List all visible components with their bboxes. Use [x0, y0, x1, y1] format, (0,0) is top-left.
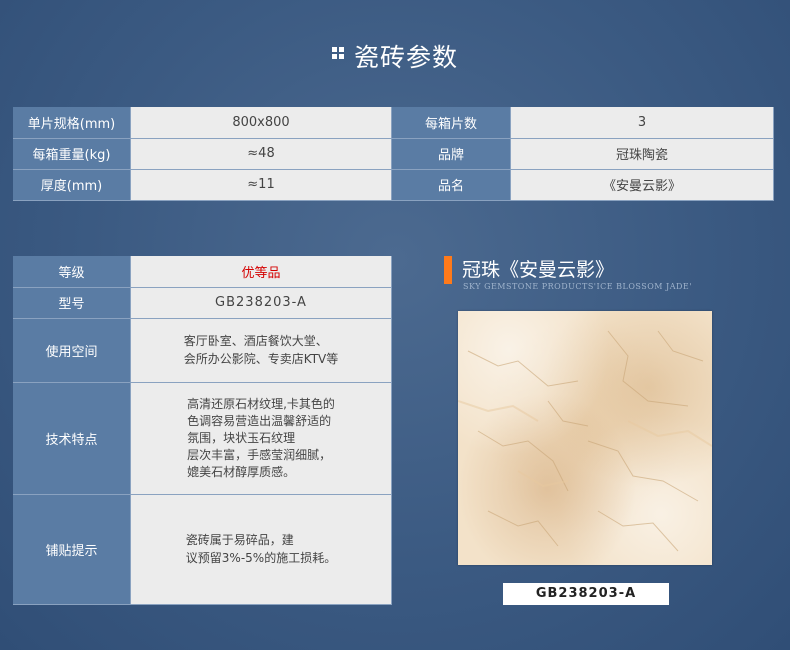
table-row: 每箱重量(kg) ≈48 品牌 冠珠陶瓷: [13, 138, 774, 170]
product-code: GB238203-A: [503, 583, 669, 605]
model-value: GB238203-A: [130, 287, 392, 319]
tech-line: 层次丰富，手感莹润细腻，: [187, 447, 332, 462]
tips-line: 瓷砖属于易碎品，建: [185, 533, 294, 547]
grid-bullet-icon: [331, 47, 346, 61]
grade-label: 等级: [13, 256, 131, 288]
specs-table: 单片规格(mm) 800x800 每箱片数 3 每箱重量(kg) ≈48 品牌 …: [13, 107, 774, 201]
details-table: 等级 优等品 型号 GB238203-A 使用空间 客厅卧室、酒店餐饮大堂、 会…: [13, 256, 392, 605]
marble-veins: [458, 330, 712, 552]
page-title: 瓷砖参数: [353, 43, 458, 72]
spec-value: 冠珠陶瓷: [510, 138, 774, 170]
accent-bar: [444, 256, 452, 284]
spec-value: 《安曼云影》: [510, 169, 774, 201]
spec-value: ≈48: [130, 138, 392, 170]
table-row: 使用空间 客厅卧室、酒店餐饮大堂、 会所办公影院、专卖店KTV等: [13, 318, 392, 383]
page-header: 瓷砖参数: [0, 38, 790, 74]
spec-value: ≈11: [130, 169, 392, 201]
grade-value: 优等品: [130, 256, 392, 288]
tech-value: 高清还原石材纹理,卡其色的 色调容易营造出温馨舒适的 氛围，块状玉石纹理 层次丰…: [130, 382, 392, 495]
tips-value: 瓷砖属于易碎品，建 议预留3%-5%的施工损耗。: [130, 494, 392, 605]
space-label: 使用空间: [13, 318, 131, 383]
space-value: 客厅卧室、酒店餐饮大堂、 会所办公影院、专卖店KTV等: [130, 318, 392, 383]
spec-label: 单片规格(mm): [13, 107, 131, 139]
spec-label: 厚度(mm): [13, 169, 131, 201]
tech-line: 高清还原石材纹理,卡其色的: [187, 396, 335, 411]
spec-value: 800x800: [130, 107, 392, 139]
spec-label: 品名: [391, 169, 511, 201]
product-title: 冠珠《安曼云影》: [462, 259, 615, 281]
tech-label: 技术特点: [13, 382, 131, 495]
tips-line: 议预留3%-5%的施工损耗。: [185, 551, 337, 565]
tech-line: 色调容易营造出温馨舒适的: [187, 413, 332, 428]
table-row: 等级 优等品: [13, 256, 392, 288]
space-line: 客厅卧室、酒店餐饮大堂、: [183, 334, 328, 348]
table-row: 厚度(mm) ≈11 品名 《安曼云影》: [13, 169, 774, 201]
tech-line: 氛围，块状玉石纹理: [187, 430, 296, 445]
tile-sample-image: [458, 311, 712, 565]
table-row: 型号 GB238203-A: [13, 287, 392, 319]
tech-line: 媲美石材醇厚质感。: [187, 464, 296, 479]
spec-label: 品牌: [391, 138, 511, 170]
spec-label: 每箱片数: [391, 107, 511, 139]
tips-label: 铺贴提示: [13, 494, 131, 605]
table-row: 技术特点 高清还原石材纹理,卡其色的 色调容易营造出温馨舒适的 氛围，块状玉石纹…: [13, 382, 392, 495]
table-row: 铺贴提示 瓷砖属于易碎品，建 议预留3%-5%的施工损耗。: [13, 494, 392, 605]
space-line: 会所办公影院、专卖店KTV等: [183, 352, 339, 366]
model-label: 型号: [13, 287, 131, 319]
table-row: 单片规格(mm) 800x800 每箱片数 3: [13, 107, 774, 139]
spec-label: 每箱重量(kg): [13, 138, 131, 170]
spec-value: 3: [510, 107, 774, 139]
product-subtitle: SKY GEMSTONE PRODUCTS'ICE BLOSSOM JADE': [463, 282, 692, 291]
